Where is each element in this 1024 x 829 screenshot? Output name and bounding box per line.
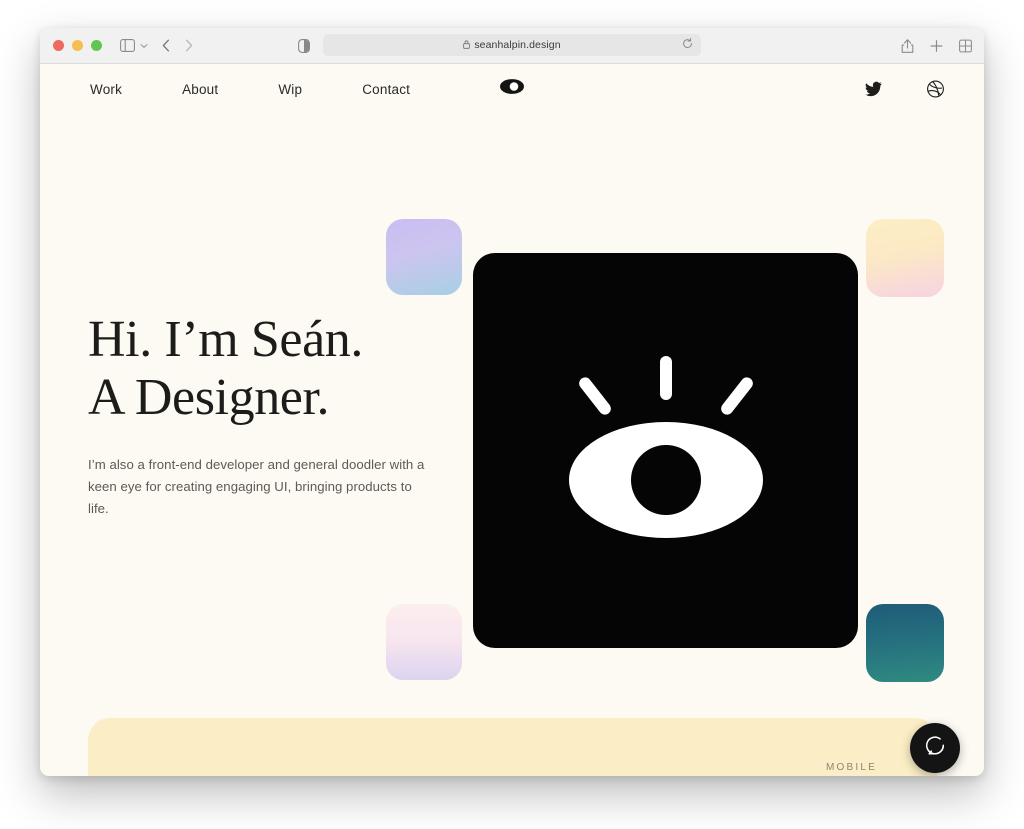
hero-eye-card [473, 253, 858, 648]
reload-icon[interactable] [682, 37, 693, 52]
sidebar-toggle-icon[interactable] [120, 39, 135, 52]
page-viewport: Work About Wip Contact Hi. I’m Seán. A D… [40, 64, 984, 776]
reader-mode-icon[interactable] [298, 38, 310, 53]
project-card-help-scout[interactable]: MOBILE Help Scout [88, 718, 937, 776]
nav-item-work[interactable]: Work [90, 82, 122, 97]
browser-toolbar: seanhalpin.design [40, 28, 984, 64]
url-text: seanhalpin.design [474, 39, 561, 51]
chevron-down-icon[interactable] [140, 43, 148, 49]
hero-section: Hi. I’m Seán. A Designer. I’m also a fro… [40, 114, 984, 714]
lock-icon [463, 39, 471, 51]
headline-line-2: A Designer. [88, 369, 330, 427]
decor-square-top-right [866, 219, 944, 297]
social-links [865, 80, 944, 98]
decor-square-top-left [386, 219, 462, 295]
plus-icon[interactable] [930, 39, 943, 52]
nav-item-about[interactable]: About [182, 82, 218, 97]
toolbar-actions [901, 38, 972, 53]
nav-item-wip[interactable]: Wip [278, 82, 302, 97]
help-beacon-button[interactable] [910, 723, 960, 773]
dribbble-icon[interactable] [927, 80, 944, 98]
maximize-window-button[interactable] [91, 40, 102, 51]
headline-line-1: Hi. I’m Seán. [88, 311, 363, 368]
nav-item-contact[interactable]: Contact [362, 82, 410, 97]
back-button[interactable] [162, 39, 170, 52]
close-window-button[interactable] [53, 40, 64, 51]
share-icon[interactable] [901, 38, 914, 53]
browser-window: seanhalpin.design Work About Wip Contact… [40, 28, 984, 776]
eye-illustration-icon [561, 348, 771, 553]
twitter-icon[interactable] [865, 81, 882, 97]
forward-button[interactable] [185, 39, 193, 52]
site-navigation: Work About Wip Contact [40, 64, 984, 114]
nav-links: Work About Wip Contact [90, 82, 410, 97]
window-controls [53, 40, 102, 51]
chat-bubble-icon [923, 734, 947, 763]
page-title: Hi. I’m Seán. A Designer. [88, 311, 468, 427]
tab-overview-icon[interactable] [959, 39, 972, 52]
hero-paragraph: I’m also a front-end developer and gener… [88, 457, 425, 517]
decor-square-bottom-left [386, 604, 462, 680]
address-bar[interactable]: seanhalpin.design [323, 34, 701, 56]
decor-square-bottom-right [866, 604, 944, 682]
hero-text-block: Hi. I’m Seán. A Designer. I’m also a fro… [88, 311, 468, 520]
minimize-window-button[interactable] [72, 40, 83, 51]
eye-logo-icon[interactable] [499, 78, 525, 101]
project-category-label: MOBILE [826, 762, 877, 773]
